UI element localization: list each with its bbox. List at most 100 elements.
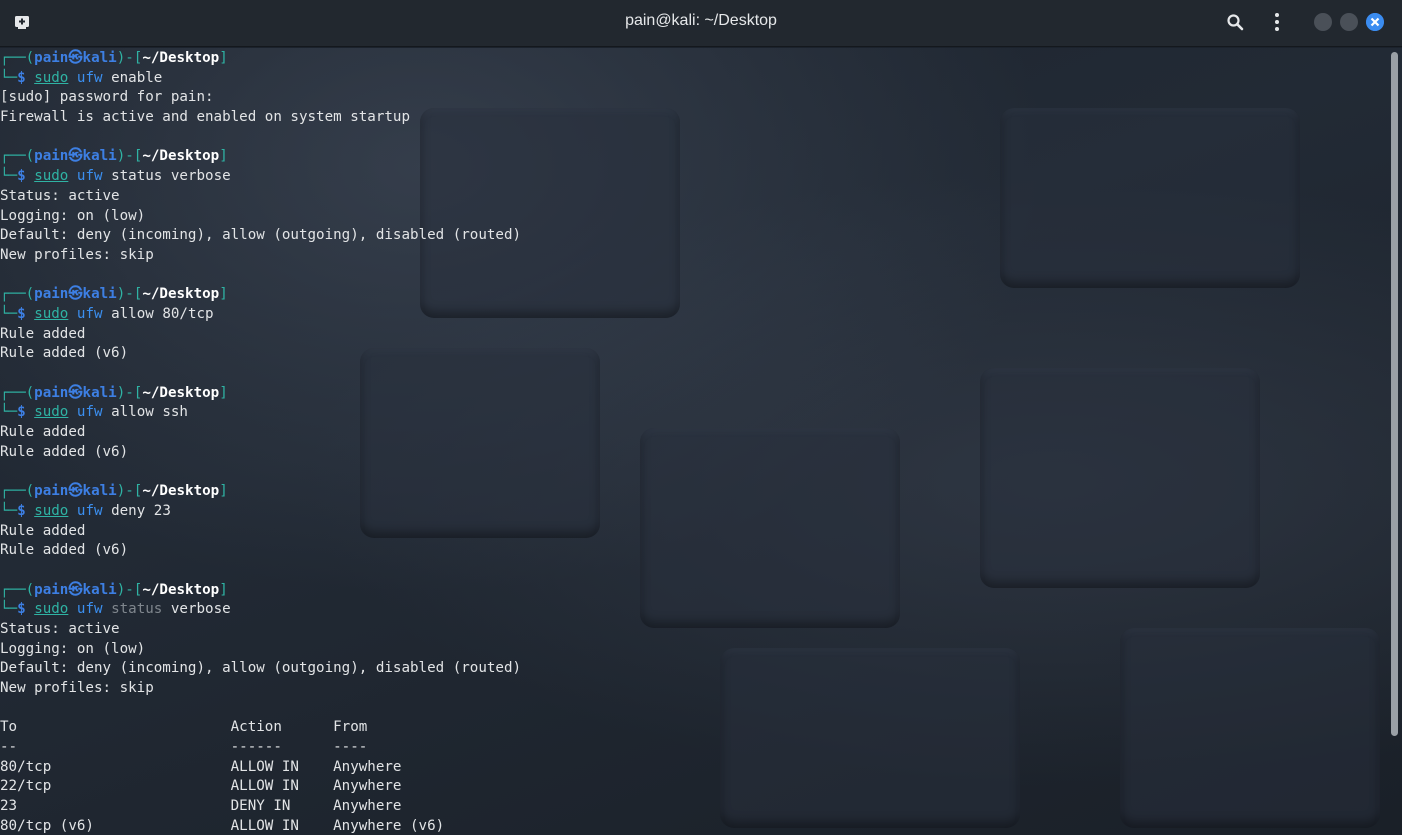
- close-icon[interactable]: [1366, 13, 1384, 31]
- command-ufw: ufw: [76, 601, 103, 618]
- terminal-output[interactable]: ┌──(pain㉿kali)-[~/Desktop] └─$ sudo ufw e…: [0, 49, 1386, 835]
- output-text: Default: deny (incoming), allow (outgoin…: [0, 660, 522, 677]
- output-line: Status: active: [0, 187, 1386, 207]
- output-line: Logging: on (low): [0, 207, 1386, 227]
- minimize-button[interactable]: [1314, 13, 1332, 31]
- prompt-user: pain: [34, 50, 69, 66]
- output-text: Rule added: [0, 522, 86, 539]
- command-args: enable: [111, 69, 163, 86]
- output-line: New profiles: skip: [0, 679, 1386, 699]
- output-text: New profiles: skip: [0, 680, 154, 696]
- table-row-text: 23 DENY IN Anywhere: [0, 798, 402, 815]
- command-ufw: ufw: [76, 168, 103, 185]
- output-text: Rule added: [0, 424, 86, 441]
- table-row-text: 80/tcp (v6) ALLOW IN Anywhere (v6): [0, 817, 445, 834]
- prompt-symbol: $: [17, 305, 35, 322]
- command-sudo: sudo: [34, 69, 69, 86]
- table-row-text: 80/tcp ALLOW IN Anywhere: [0, 758, 402, 775]
- prompt-host: kali: [82, 384, 117, 401]
- output-text: Rule added (v6): [0, 443, 129, 460]
- prompt-symbol: $: [17, 69, 35, 86]
- output-line: Rule added (v6): [0, 443, 1386, 463]
- command-args: deny 23: [111, 502, 171, 519]
- command-args: verbose: [170, 601, 231, 618]
- command-sudo: sudo: [34, 168, 69, 185]
- table-header-text: To Action From: [0, 719, 368, 736]
- table-row: 80/tcp (v6) ALLOW IN Anywhere (v6): [0, 817, 1386, 835]
- prompt-cwd: ~/Desktop: [142, 148, 220, 165]
- output-text: Rule added (v6): [0, 345, 129, 362]
- output-text: Logging: on (low): [0, 207, 146, 224]
- command-sudo: sudo: [34, 404, 69, 421]
- prompt-user: pain: [34, 581, 69, 598]
- command-ufw: ufw: [76, 305, 103, 322]
- output-text: Default: deny (incoming), allow (outgoin…: [0, 227, 522, 244]
- table-row: 80/tcp ALLOW IN Anywhere: [0, 758, 1386, 778]
- prompt-cwd: ~/Desktop: [142, 581, 220, 598]
- output-text: Status: active: [0, 187, 120, 204]
- prompt-symbol: $: [17, 404, 35, 421]
- output-line: Status: active: [0, 620, 1386, 640]
- command-ufw: ufw: [76, 69, 103, 86]
- prompt-line: ┌──(pain㉿kali)-[~/Desktop]: [0, 50, 228, 66]
- table-header: To Action From: [0, 718, 1386, 738]
- output-text: Rule added (v6): [0, 542, 129, 559]
- maximize-button[interactable]: [1340, 13, 1358, 31]
- output-text: Firewall is active and enabled on system…: [0, 109, 410, 126]
- output-line: Rule added: [0, 325, 1386, 345]
- prompt-line: ┌──(pain㉿kali)-[~/Desktop]: [0, 286, 228, 303]
- output-line: Rule added: [0, 522, 1386, 542]
- kebab-menu-icon[interactable]: [1268, 12, 1286, 32]
- command-sudo: sudo: [34, 502, 69, 519]
- prompt-cwd: ~/Desktop: [142, 384, 220, 401]
- prompt-host: kali: [82, 581, 117, 598]
- output-line: [sudo] password for pain:: [0, 88, 1386, 108]
- output-line: New profiles: skip: [0, 246, 1386, 266]
- command-line: └─$ sudo ufw status verbose: [0, 168, 231, 185]
- prompt-line: ┌──(pain㉿kali)-[~/Desktop]: [0, 384, 228, 401]
- command-line: └─$ sudo ufw deny 23: [0, 502, 171, 519]
- prompt-line: ┌──(pain㉿kali)-[~/Desktop]: [0, 581, 228, 598]
- prompt-user: pain: [34, 148, 69, 165]
- table-divider: -- ------ ----: [0, 738, 1386, 758]
- output-text: Status: active: [0, 620, 120, 637]
- command-args: allow 80/tcp: [111, 305, 214, 322]
- prompt-symbol: $: [17, 168, 35, 185]
- prompt-user: pain: [34, 384, 69, 401]
- prompt-user: pain: [34, 483, 69, 500]
- prompt-user: pain: [34, 286, 69, 303]
- prompt-host: kali: [82, 50, 117, 66]
- command-ufw: ufw: [76, 502, 103, 519]
- output-line: Default: deny (incoming), allow (outgoin…: [0, 659, 1386, 679]
- scrollbar[interactable]: [1388, 49, 1402, 835]
- output-line: Rule added (v6): [0, 541, 1386, 561]
- prompt-line: ┌──(pain㉿kali)-[~/Desktop]: [0, 148, 228, 165]
- prompt-line: ┌──(pain㉿kali)-[~/Desktop]: [0, 483, 228, 500]
- prompt-symbol: $: [17, 601, 35, 618]
- command-args: status verbose: [111, 168, 231, 185]
- prompt-cwd: ~/Desktop: [142, 286, 220, 303]
- title-bar: pain@kali: ~/Desktop: [0, 0, 1402, 47]
- table-divider-text: -- ------ ----: [0, 739, 368, 756]
- output-line: Logging: on (low): [0, 640, 1386, 660]
- command-ufw: ufw: [76, 404, 103, 421]
- search-icon[interactable]: [1226, 13, 1244, 31]
- output-line: Rule added (v6): [0, 344, 1386, 364]
- command-line: └─$ sudo ufw allow ssh: [0, 404, 188, 421]
- command-line: └─$ sudo ufw allow 80/tcp: [0, 305, 214, 322]
- table-row: 22/tcp ALLOW IN Anywhere: [0, 777, 1386, 797]
- output-text: Rule added: [0, 325, 86, 342]
- prompt-symbol: $: [17, 502, 35, 519]
- command-line: └─$ sudo ufw enable: [0, 69, 163, 86]
- command-sudo: sudo: [34, 601, 69, 618]
- scrollbar-thumb[interactable]: [1391, 52, 1398, 736]
- prompt-cwd: ~/Desktop: [142, 483, 220, 500]
- window-title: pain@kali: ~/Desktop: [625, 12, 777, 29]
- output-line: Rule added: [0, 423, 1386, 443]
